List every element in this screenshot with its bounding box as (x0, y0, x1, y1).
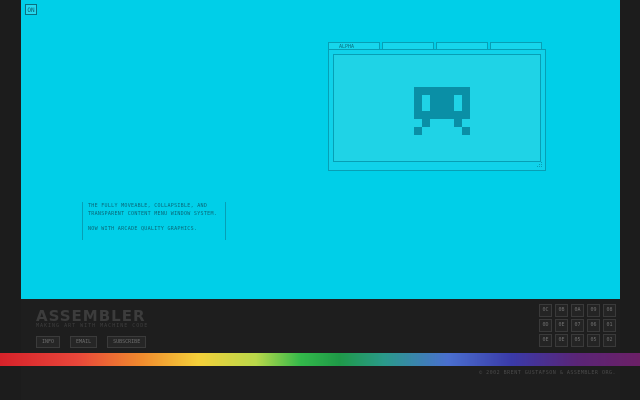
grid-cell[interactable]: 08 (603, 304, 616, 317)
rainbow-stripe (0, 353, 640, 366)
on-toggle-button[interactable]: ON (25, 4, 37, 15)
section-grid: 0C 0B 0A 09 08 0D 0E 07 06 01 0E 0E 05 0… (539, 304, 616, 347)
window-frame (328, 49, 546, 171)
grid-cell[interactable]: 01 (603, 319, 616, 332)
content-window[interactable]: ALPHA (328, 42, 546, 172)
copyright-text: © 2002 BRENT GUSTAFSON & ASSEMBLER ORG. (479, 370, 616, 376)
grid-cell[interactable]: 05 (587, 334, 600, 347)
grid-cell[interactable]: 0E (555, 334, 568, 347)
brand-tagline: MAKING ART WITH MACHINE CODE (36, 323, 149, 329)
space-invader-icon (414, 87, 470, 135)
info-button[interactable]: INFO (36, 336, 61, 348)
description-panel: THE FULLY MOVEABLE, COLLAPSIBLE, AND TRA… (82, 202, 226, 240)
footer-bar: ASSEMBLER MAKING ART WITH MACHINE CODE I… (21, 299, 620, 400)
grid-cell[interactable]: 0E (555, 319, 568, 332)
grid-cell[interactable]: 0A (571, 304, 584, 317)
email-button[interactable]: EMAIL (70, 336, 98, 348)
grid-cell[interactable]: 0B (555, 304, 568, 317)
grid-cell[interactable]: 06 (587, 319, 600, 332)
description-text-2: NOW WITH ARCADE QUALITY GRAPHICS. (88, 226, 198, 232)
subscribe-button[interactable]: SUBSCRIBE (107, 336, 147, 348)
description-text: THE FULLY MOVEABLE, COLLAPSIBLE, AND TRA… (88, 203, 218, 217)
grid-cell[interactable]: 05 (571, 334, 584, 347)
right-gutter (620, 0, 640, 400)
window-content (333, 54, 541, 162)
footer-nav: INFO EMAIL SUBSCRIBE (36, 336, 147, 348)
grid-cell[interactable]: 02 (603, 334, 616, 347)
left-gutter (0, 0, 21, 400)
grid-cell[interactable]: 09 (587, 304, 600, 317)
main-stage: ON ALPHA THE FULLY MOVEABLE, COLLAPSIBLE… (21, 0, 620, 299)
resize-grip-icon[interactable] (536, 161, 543, 168)
grid-cell[interactable]: 0E (539, 334, 552, 347)
grid-cell[interactable]: 07 (571, 319, 584, 332)
grid-cell[interactable]: 0C (539, 304, 552, 317)
grid-cell[interactable]: 0D (539, 319, 552, 332)
